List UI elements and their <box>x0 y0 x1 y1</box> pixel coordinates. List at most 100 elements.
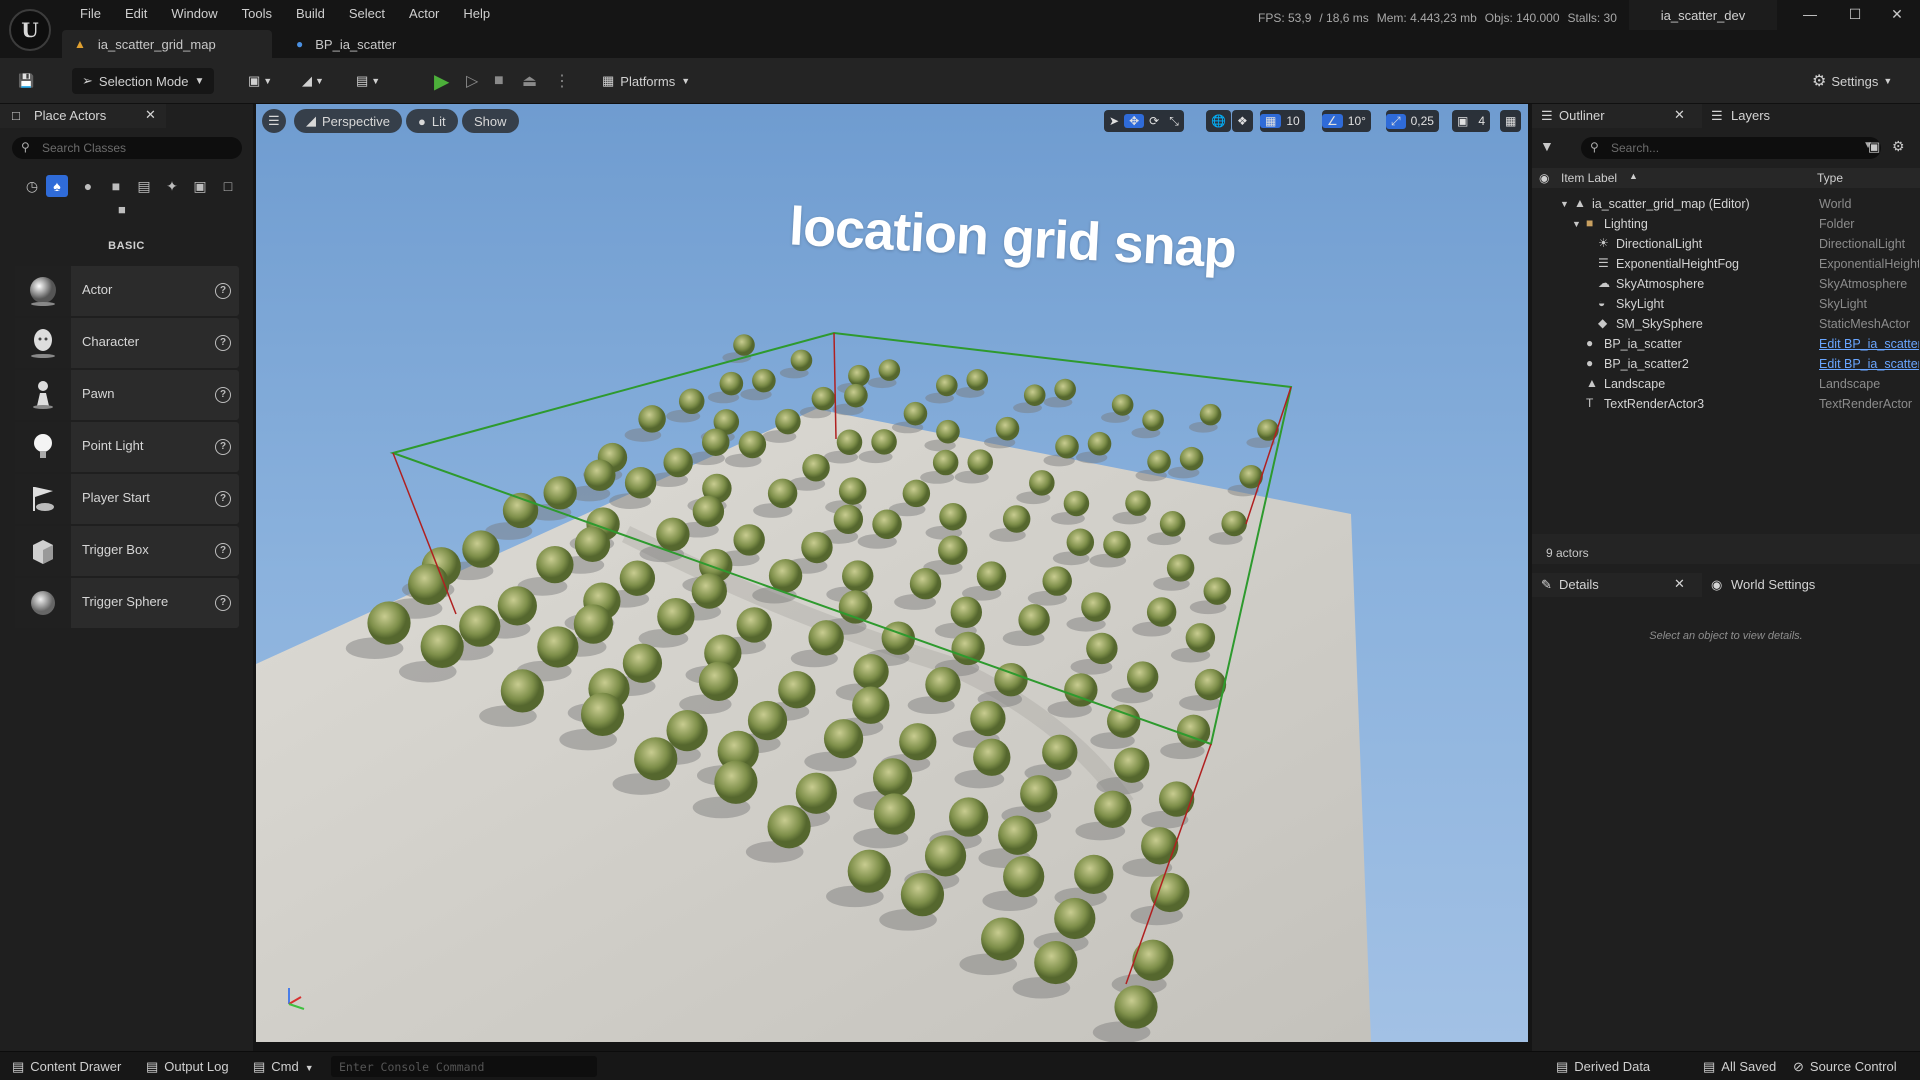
maximize-icon[interactable]: ☐ <box>1840 6 1870 23</box>
edit-blueprint-link[interactable]: Edit BP_ia_scatter <box>1819 337 1919 351</box>
visual-effects-icon[interactable]: ✦ <box>158 175 186 197</box>
close-icon[interactable]: ✕ <box>1674 576 1685 592</box>
actor-item-pawn[interactable]: Pawn ? <box>15 370 239 420</box>
actor-item-trigger-sphere[interactable]: Trigger Sphere ? <box>15 578 239 628</box>
menu-help[interactable]: Help <box>451 5 502 23</box>
source-control-button[interactable]: ⊘ Source Control <box>1793 1059 1897 1075</box>
actor-item-character[interactable]: Character ? <box>15 318 239 368</box>
close-icon[interactable]: ✕ <box>145 107 156 123</box>
step-icon[interactable]: ▷ <box>466 68 478 94</box>
outliner-row[interactable]: T TextRenderActor3 TextRenderActor <box>1532 394 1920 414</box>
console-command-input[interactable]: Enter Console Command <box>331 1056 597 1077</box>
volumes-icon[interactable]: ▣ <box>186 175 214 197</box>
outliner-row[interactable]: ● BP_ia_scatter Edit BP_ia_scatter <box>1532 334 1920 354</box>
expand-arrow-icon[interactable]: ▼ <box>1572 219 1581 229</box>
eject-icon[interactable]: ⏏ <box>522 68 537 94</box>
play-icon[interactable]: ▶ <box>434 68 449 94</box>
help-icon[interactable]: ? <box>215 543 231 559</box>
selection-mode-dropdown[interactable]: ➢ Selection Mode ▼ <box>72 68 215 94</box>
outliner-row[interactable]: ◆ SM_SkySphere StaticMeshActor <box>1532 314 1920 334</box>
settings-dropdown[interactable]: ⚙ Settings ▼ <box>1812 68 1892 94</box>
select-tool-icon[interactable]: ➤ <box>1104 114 1124 128</box>
tab-map[interactable]: ▲ ia_scatter_grid_map <box>62 30 272 58</box>
help-icon[interactable]: ? <box>215 283 231 299</box>
visibility-icon[interactable]: ◉ <box>1539 171 1549 185</box>
cinematic-icon[interactable]: ▤ <box>130 175 158 197</box>
actor-item-trigger-box[interactable]: Trigger Box ? <box>15 526 239 576</box>
outliner-row[interactable]: ● BP_ia_scatter2 Edit BP_ia_scatter <box>1532 354 1920 374</box>
cmd-dropdown[interactable]: ▤ Cmd ▼ <box>253 1059 314 1075</box>
translate-tool-icon[interactable]: ✥ <box>1124 114 1145 128</box>
viewport-menu-button[interactable]: ☰ <box>262 109 286 133</box>
menu-edit[interactable]: Edit <box>113 5 159 23</box>
show-button[interactable]: Show <box>462 109 519 133</box>
expand-arrow-icon[interactable]: ▼ <box>1560 199 1569 209</box>
filter-icon[interactable]: ▼ <box>1540 138 1554 154</box>
outliner-row[interactable]: ☰ ExponentialHeightFog ExponentialHeightFo… <box>1532 254 1920 274</box>
outliner-row[interactable]: ◒ SkyLight SkyLight <box>1532 294 1920 314</box>
blueprint-button[interactable]: ◢ ▼ <box>302 68 324 94</box>
layers-tab[interactable]: ☰ Layers <box>1702 104 1822 128</box>
type-column[interactable]: Type <box>1817 171 1843 185</box>
outliner-settings-icon[interactable]: ⚙ <box>1892 138 1905 155</box>
help-icon[interactable]: ? <box>215 595 231 611</box>
basic-category-icon[interactable]: ♠ <box>46 175 68 197</box>
place-actors-tab[interactable]: □ Place Actors ✕ <box>0 104 166 128</box>
perspective-button[interactable]: ◢ Perspective <box>294 109 402 133</box>
cinematics-button[interactable]: ▤ ▼ <box>356 68 380 94</box>
lit-button[interactable]: ● Lit <box>406 109 458 133</box>
outliner-tab[interactable]: ☰ Outliner ✕ <box>1532 104 1702 128</box>
recent-icon[interactable]: ◷ <box>18 175 46 197</box>
more-options-icon[interactable]: ⋮ <box>554 68 570 94</box>
camera-speed-control[interactable]: ▣ 4 <box>1452 110 1491 132</box>
menu-window[interactable]: Window <box>159 5 229 23</box>
search-classes-input[interactable]: ⚲ Search Classes <box>12 137 242 159</box>
actor-item-actor[interactable]: Actor ? <box>15 266 239 316</box>
outliner-search-input[interactable]: ⚲ Search... ▼ <box>1581 137 1881 159</box>
outliner-row[interactable]: ▲ Landscape Landscape <box>1532 374 1920 394</box>
item-label-column[interactable]: Item Label <box>1561 171 1617 185</box>
add-actor-button[interactable]: ▣ ▼ <box>248 68 272 94</box>
save-icon[interactable]: 💾 <box>18 68 34 94</box>
help-icon[interactable]: ? <box>215 491 231 507</box>
surface-snap-toggle[interactable]: ❖ <box>1232 110 1253 132</box>
edit-blueprint-link[interactable]: Edit BP_ia_scatter <box>1819 357 1919 371</box>
outliner-row[interactable]: ▼ ■ Lighting Folder <box>1532 214 1920 234</box>
help-icon[interactable]: ? <box>215 335 231 351</box>
unreal-logo-icon[interactable]: U <box>9 9 51 51</box>
platforms-dropdown[interactable]: ▦ Platforms ▼ <box>602 68 690 94</box>
menu-tools[interactable]: Tools <box>230 5 284 23</box>
world-local-toggle[interactable]: 🌐 <box>1206 110 1231 132</box>
stop-icon[interactable]: ■ <box>494 68 504 94</box>
menu-file[interactable]: File <box>68 5 113 23</box>
grid-snap-control[interactable]: ▦ 10 <box>1260 110 1305 132</box>
menu-select[interactable]: Select <box>337 5 397 23</box>
all-classes-icon[interactable]: □ <box>214 175 242 197</box>
level-viewport[interactable]: location grid snap ☰ ◢ Perspective ● Lit S… <box>256 104 1528 1042</box>
help-icon[interactable]: ? <box>215 439 231 455</box>
world-settings-tab[interactable]: ◉ World Settings <box>1702 573 1852 597</box>
details-tab[interactable]: ✎ Details ✕ <box>1532 573 1702 597</box>
actor-item-point-light[interactable]: Point Light ? <box>15 422 239 472</box>
add-folder-icon[interactable]: ▣ <box>1868 139 1880 155</box>
lights-icon[interactable]: ● <box>74 175 102 197</box>
help-icon[interactable]: ? <box>215 387 231 403</box>
actor-item-player-start[interactable]: Player Start ? <box>15 474 239 524</box>
rotation-snap-control[interactable]: ∠ 10° <box>1322 110 1371 132</box>
tab-blueprint[interactable]: ● BP_ia_scatter <box>272 30 410 58</box>
close-window-icon[interactable]: ✕ <box>1882 6 1912 23</box>
scale-tool-icon[interactable]: ⤡ <box>1164 114 1184 129</box>
derived-data-button[interactable]: ▤ Derived Data <box>1556 1059 1650 1075</box>
outliner-row[interactable]: ☀ DirectionalLight DirectionalLight <box>1532 234 1920 254</box>
scale-snap-control[interactable]: ⤢ 0,25 <box>1386 110 1439 132</box>
all-saved-button[interactable]: ▤ All Saved <box>1703 1059 1776 1075</box>
viewport-layout-button[interactable]: ▦ <box>1500 110 1522 132</box>
shapes-icon[interactable]: ■ <box>102 175 130 197</box>
rotate-tool-icon[interactable]: ⟳ <box>1144 114 1164 128</box>
content-drawer-button[interactable]: ▤ Content Drawer <box>12 1059 121 1075</box>
minimize-icon[interactable]: — <box>1795 6 1825 22</box>
menu-build[interactable]: Build <box>284 5 337 23</box>
close-icon[interactable]: ✕ <box>1674 107 1685 123</box>
extra-category-icon[interactable]: ■ <box>118 202 126 217</box>
output-log-button[interactable]: ▤ Output Log <box>146 1059 229 1075</box>
